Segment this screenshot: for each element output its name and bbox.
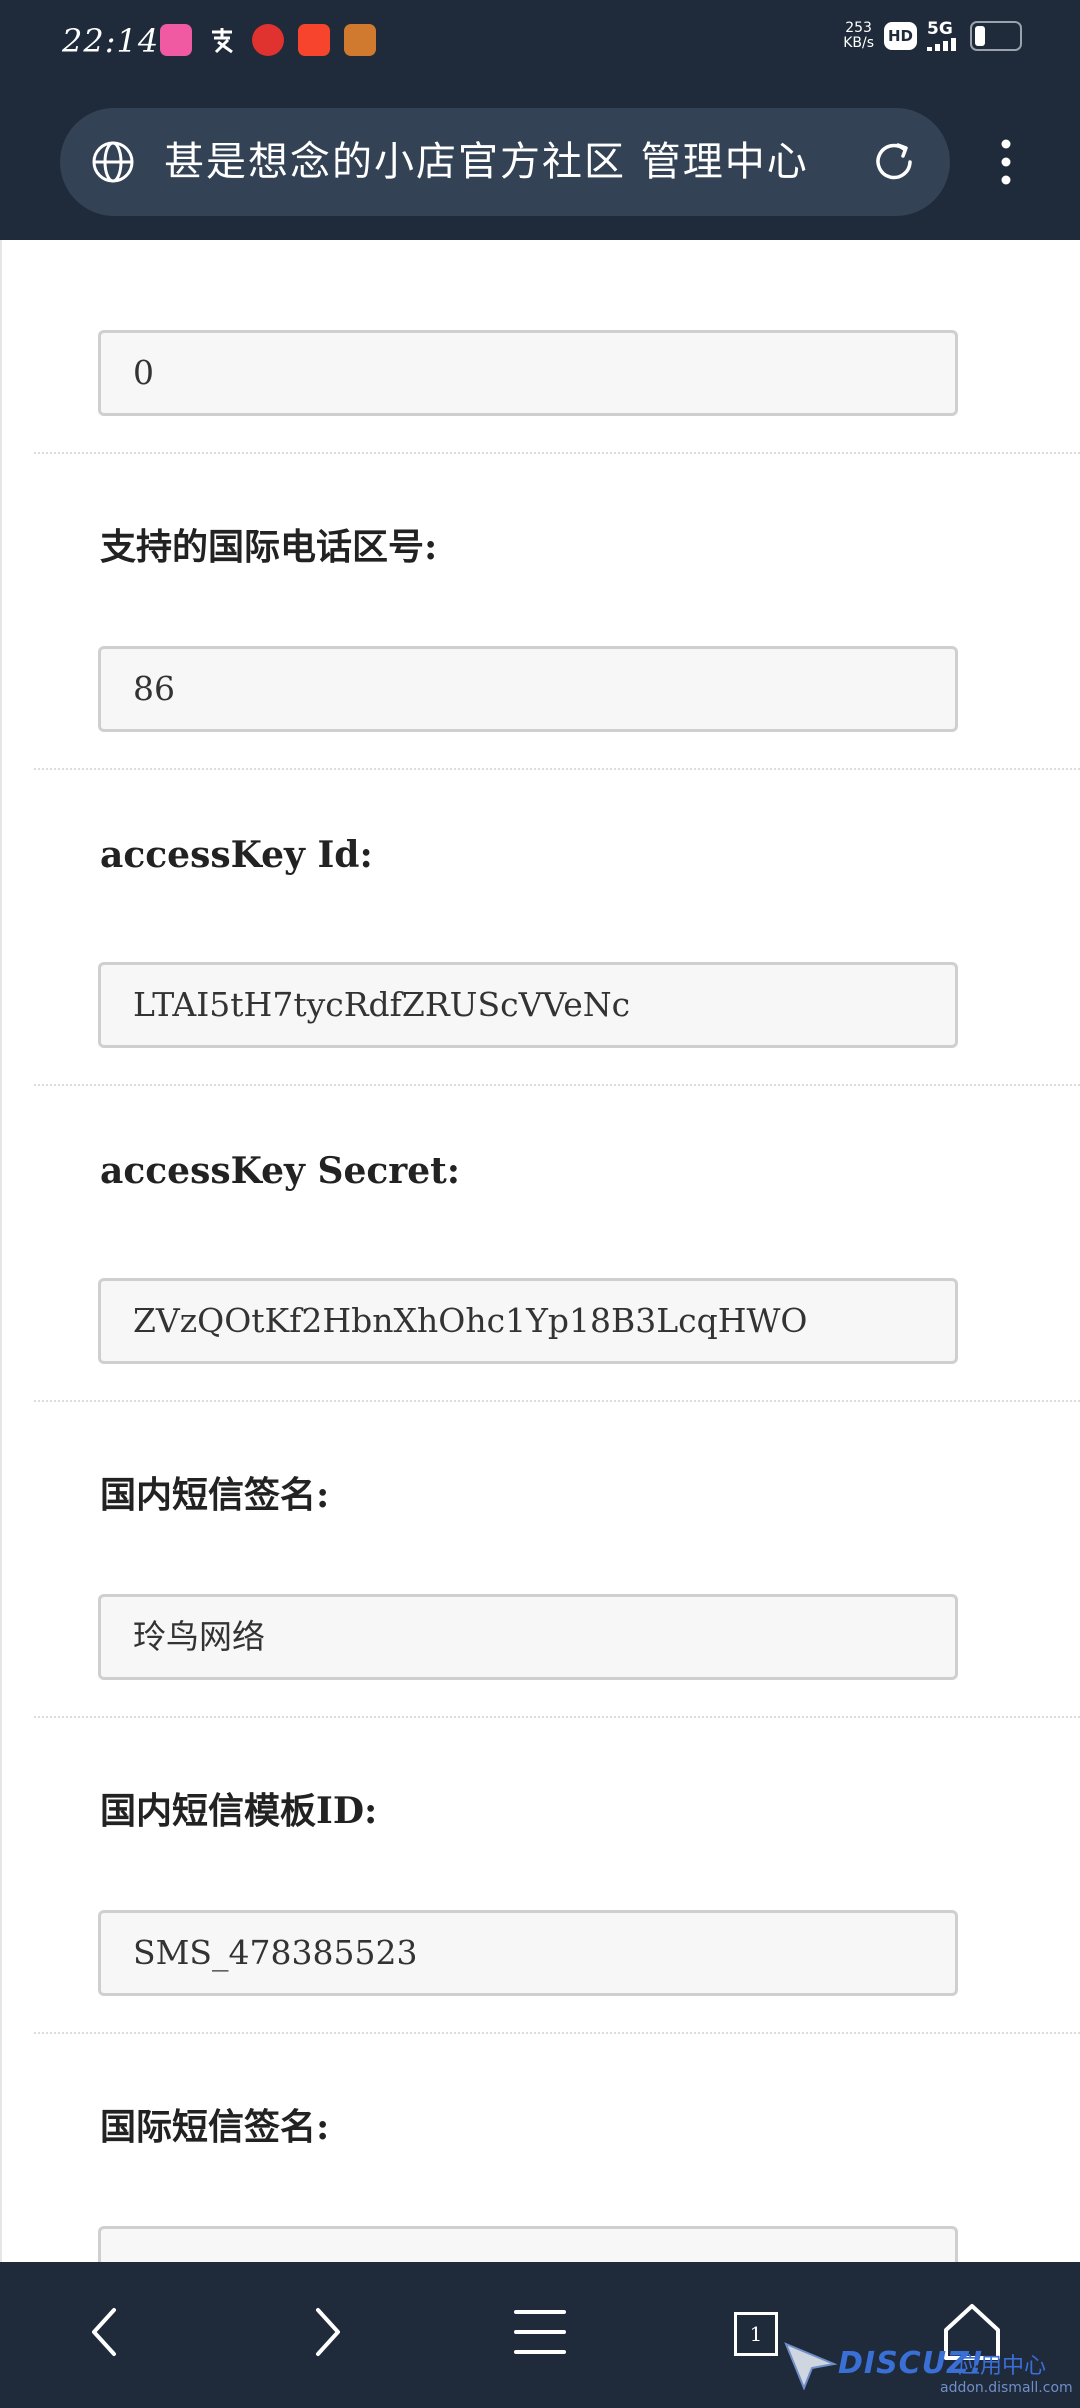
lala-icon bbox=[160, 24, 192, 56]
domestic-sms-template-id-input[interactable]: SMS_478385523 bbox=[98, 1910, 958, 1996]
network-speed: 253 KB/s bbox=[843, 19, 874, 51]
status-indicators: 253 KB/s HD 5G bbox=[843, 20, 1022, 51]
battery-icon bbox=[970, 20, 1022, 51]
more-vertical-icon[interactable] bbox=[986, 136, 1026, 188]
address-bar[interactable]: 甚是想念的小店官方社区 管理中心 bbox=[60, 108, 950, 216]
reload-icon[interactable] bbox=[868, 136, 920, 188]
setting-label-intl-dial-code: 支持的国际电话区号: bbox=[100, 526, 438, 568]
access-key-secret-input[interactable]: ZVzQOtKf2HbnXhOhc1Yp18B3LcqHWO bbox=[98, 1278, 958, 1364]
divider bbox=[34, 1716, 1080, 1718]
watermark-subtitle: 应用中心 bbox=[958, 2354, 1047, 2379]
signal-bars bbox=[927, 38, 956, 51]
network-type-label: 5G bbox=[927, 19, 953, 39]
back-icon[interactable] bbox=[66, 2292, 146, 2372]
left-border bbox=[0, 240, 2, 2262]
divider bbox=[34, 768, 1080, 770]
divider bbox=[34, 2032, 1080, 2034]
forward-icon[interactable] bbox=[286, 2292, 366, 2372]
domestic-sms-signature-input[interactable]: 玲鸟网络 bbox=[98, 1594, 958, 1680]
bank-icon bbox=[252, 24, 284, 56]
watermark-cursor-icon bbox=[784, 2342, 838, 2390]
divider bbox=[34, 1400, 1080, 1402]
status-time: 22:14 bbox=[62, 22, 160, 60]
browser-header: 22:14 253 KB/s HD 5G 甚是想念的小店官方社区 管理中心 bbox=[0, 0, 1080, 240]
menu-icon[interactable] bbox=[500, 2292, 580, 2372]
browser-bottom-nav: 1 DISCUZ! 应用中心 addon.dismall.com bbox=[0, 2262, 1080, 2408]
globe-icon bbox=[92, 141, 134, 183]
setting-label-intl-sms-signature: 国际短信签名: bbox=[100, 2106, 330, 2148]
game-icon bbox=[344, 24, 376, 56]
intl-dial-code-input[interactable]: 86 bbox=[98, 646, 958, 732]
settings-form[interactable]: 0 支持的国际电话区号: 86 accessKey Id: LTAI5tH7ty… bbox=[0, 240, 1080, 2262]
hd-badge: HD bbox=[883, 21, 917, 50]
page-title[interactable]: 甚是想念的小店官方社区 管理中心 bbox=[164, 108, 884, 216]
setting-label-access-key-id: accessKey Id: bbox=[100, 834, 373, 876]
divider bbox=[34, 452, 1080, 454]
setting-label-access-key-secret: accessKey Secret: bbox=[100, 1150, 461, 1192]
battery-level bbox=[975, 25, 985, 46]
tabs-icon[interactable]: 1 bbox=[734, 2312, 778, 2356]
network-speed-value: 253 bbox=[845, 19, 872, 36]
setting-label-domestic-sms-template-id: 国内短信模板ID: bbox=[100, 1790, 378, 1832]
alipay-icon bbox=[206, 24, 238, 56]
setting-label-domestic-sms-signature: 国内短信签名: bbox=[100, 1474, 330, 1516]
signal-icon: 5G bbox=[927, 20, 956, 51]
watermark-url: addon.dismall.com bbox=[940, 2380, 1073, 2396]
intl-sms-signature-input[interactable] bbox=[98, 2226, 958, 2262]
setting-input-0[interactable]: 0 bbox=[98, 330, 958, 416]
access-key-id-input[interactable]: LTAI5tH7tycRdfZRUScVVeNc bbox=[98, 962, 958, 1048]
divider bbox=[34, 1084, 1080, 1086]
pinduoduo-icon bbox=[298, 24, 330, 56]
status-app-icons bbox=[160, 24, 376, 58]
network-speed-unit: KB/s bbox=[843, 34, 874, 51]
